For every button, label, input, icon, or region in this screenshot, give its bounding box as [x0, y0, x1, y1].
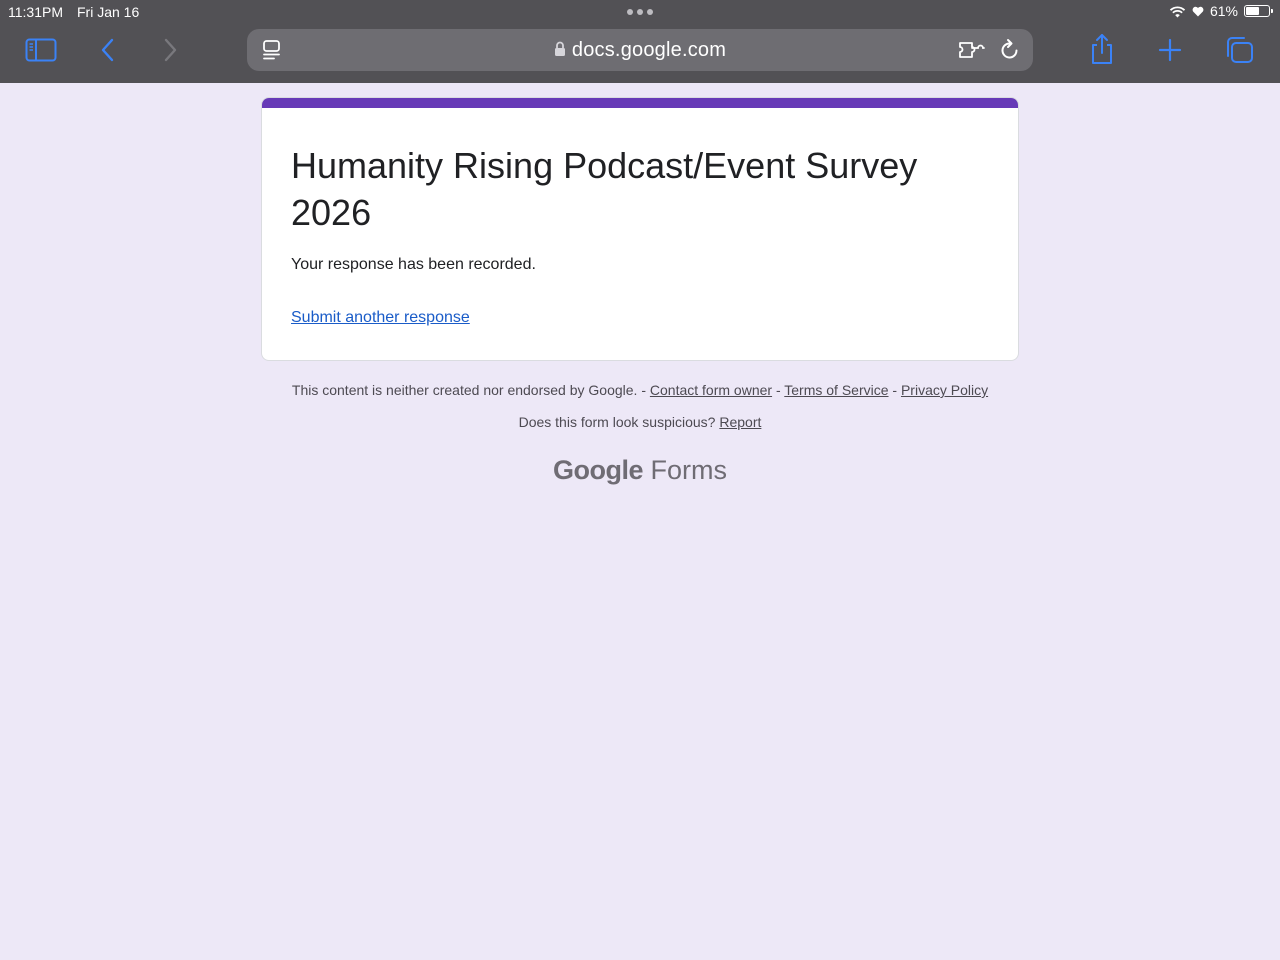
footer-disclaimer-line: This content is neither created nor endo… [0, 382, 1280, 398]
battery-icon [1244, 5, 1273, 17]
chevron-left-icon [101, 38, 114, 62]
reload-icon [1001, 39, 1018, 59]
address-bar[interactable]: docs.google.com [247, 29, 1033, 71]
status-indicators: 61% [1169, 3, 1273, 19]
share-button[interactable] [1085, 31, 1119, 67]
separator: - [892, 382, 898, 398]
sidebar-button[interactable] [24, 34, 58, 66]
forward-button[interactable] [153, 34, 187, 66]
footer-report-line: Does this form look suspicious? Report [0, 414, 1280, 430]
report-link[interactable]: Report [719, 414, 761, 430]
url-display[interactable]: docs.google.com [247, 39, 1033, 62]
disclaimer-text: This content is neither created nor endo… [291, 382, 638, 398]
puzzle-icon [959, 42, 985, 58]
brand-google: Google [552, 455, 644, 485]
privacy-policy-link[interactable]: Privacy Policy [901, 382, 988, 398]
tabs-icon [1227, 37, 1253, 63]
separator: - [775, 382, 781, 398]
terms-of-service-link[interactable]: Terms of Service [784, 382, 888, 398]
form-title: Humanity Rising Podcast/Event Survey 202… [291, 145, 918, 233]
contact-form-owner-link[interactable]: Contact form owner [650, 382, 772, 398]
plus-icon [1158, 38, 1182, 62]
sidebar-icon [25, 38, 57, 62]
separator: - [641, 382, 646, 398]
tabs-overview-button[interactable] [1222, 34, 1256, 66]
lock-icon [554, 41, 565, 56]
multitasking-dots-icon[interactable] [627, 9, 653, 15]
form-accent-bar [262, 98, 1018, 108]
submit-another-response-link[interactable]: Submit another response [291, 309, 470, 327]
battery-fill [1246, 7, 1259, 15]
brand-forms: Forms [650, 455, 728, 485]
safari-chrome: 11:31PM Fri Jan 16 61% docs.google.com [0, 0, 1280, 83]
status-time: 11:31PM [8, 4, 63, 20]
chevron-right-icon [164, 38, 177, 62]
form-confirmation-card: Humanity Rising Podcast/Event Survey 202… [261, 97, 1019, 361]
confirmation-message: Your response has been recorded. [291, 256, 536, 273]
extensions-button[interactable] [958, 39, 986, 66]
back-button[interactable] [91, 34, 125, 66]
share-icon [1092, 34, 1112, 64]
reload-button[interactable] [999, 38, 1021, 67]
status-bar: 11:31PM Fri Jan 16 61% [0, 0, 1280, 24]
heart-icon [1192, 6, 1204, 16]
google-forms-logo[interactable]: Google Forms [0, 455, 1280, 486]
new-tab-button[interactable] [1153, 34, 1187, 66]
wifi-icon [1169, 5, 1186, 17]
battery-percent: 61% [1209, 3, 1238, 19]
status-date: Fri Jan 16 [77, 4, 140, 20]
url-text: docs.google.com [571, 39, 727, 61]
suspicious-question: Does this form look suspicious? [518, 414, 716, 430]
